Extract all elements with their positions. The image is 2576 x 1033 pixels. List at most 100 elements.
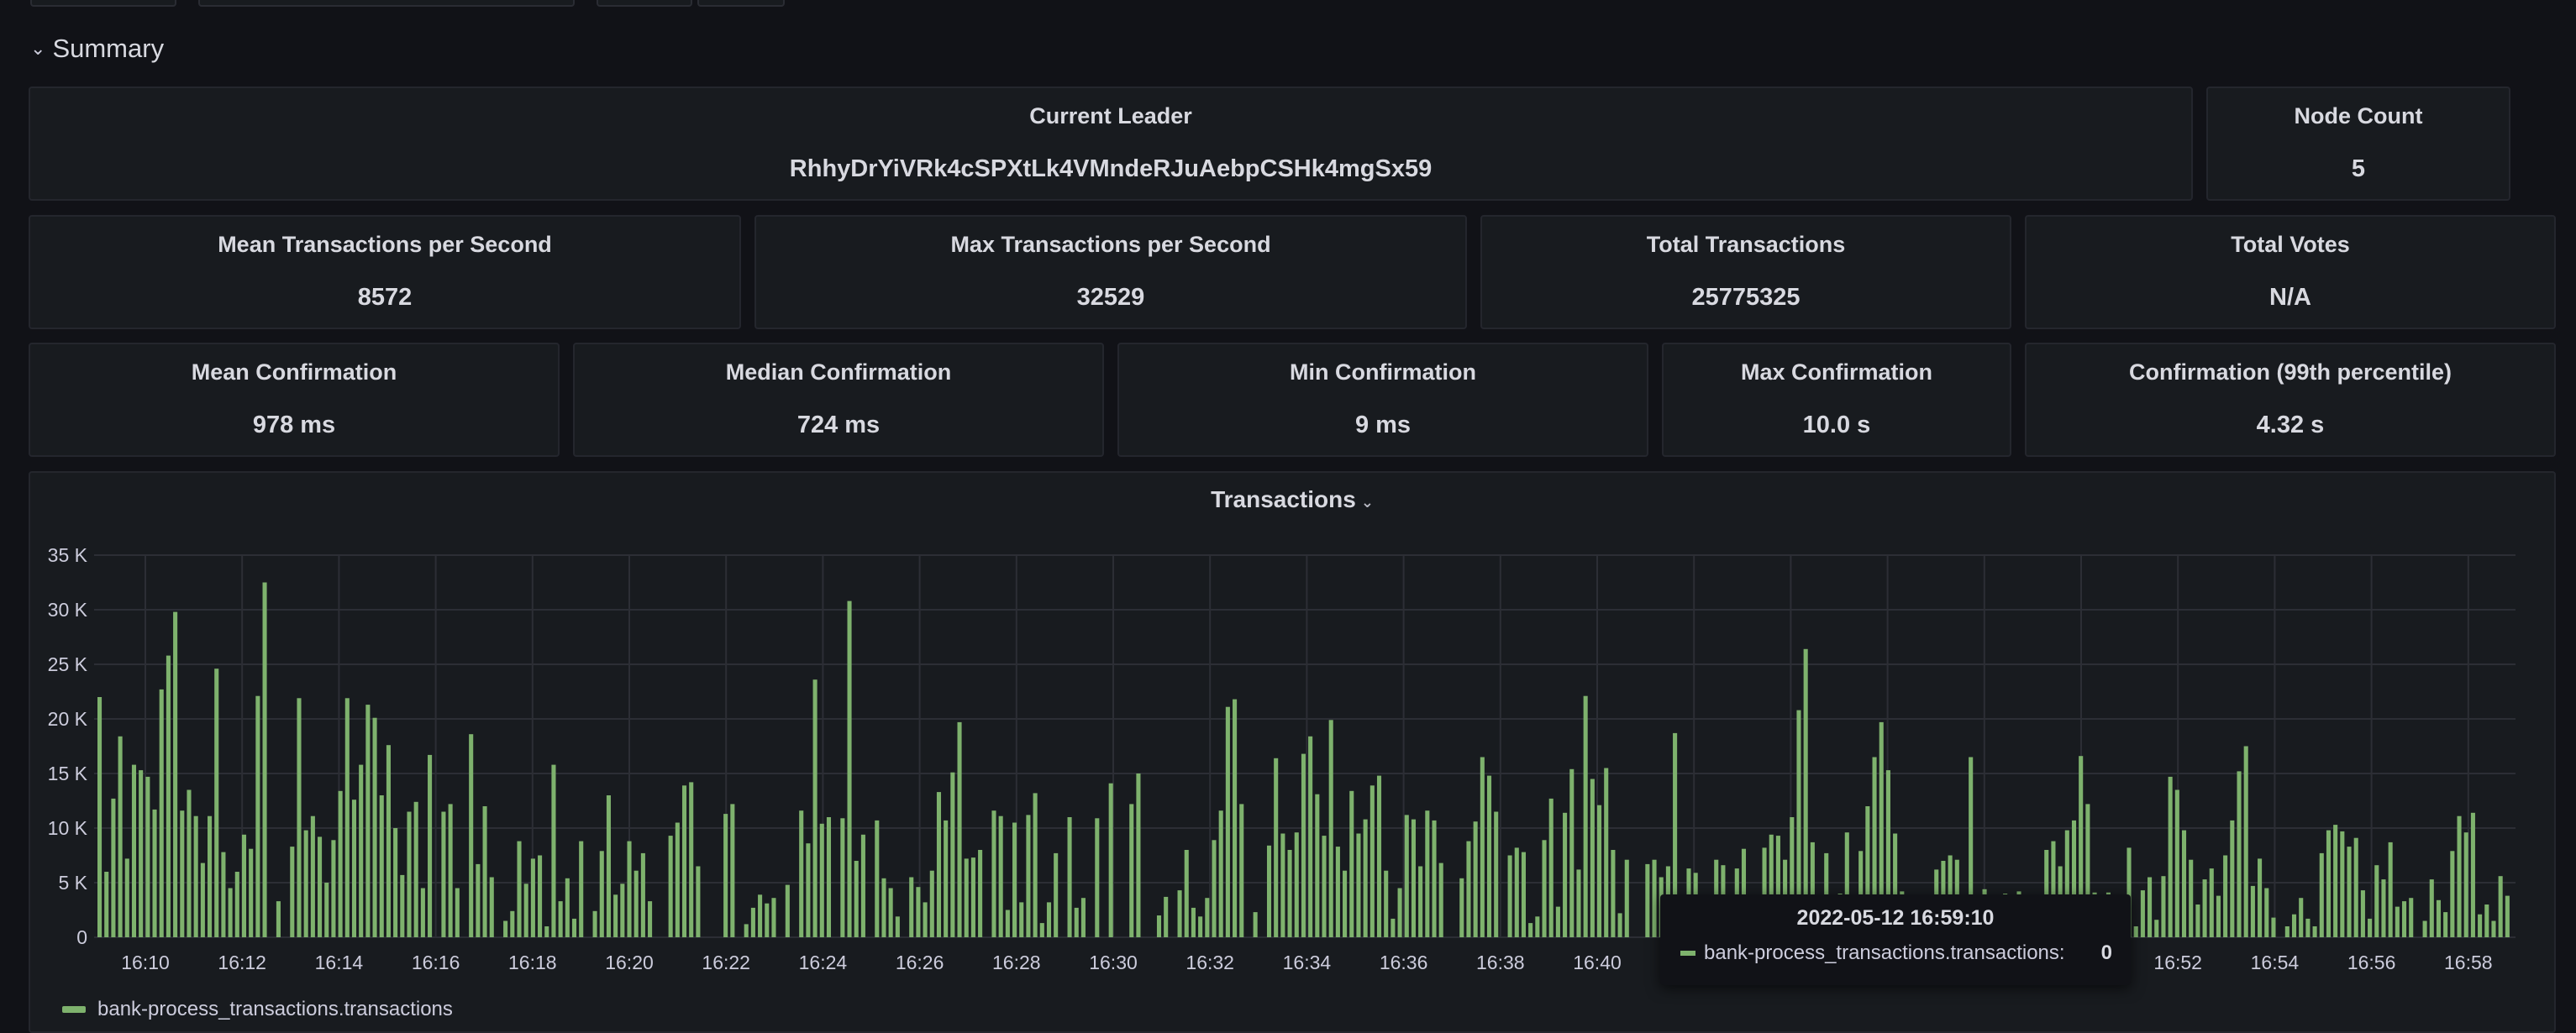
bar bbox=[1033, 793, 1038, 937]
bar bbox=[957, 721, 962, 937]
x-tick-label: 16:58 bbox=[2444, 952, 2493, 973]
bar-series bbox=[97, 582, 2510, 937]
bar bbox=[2409, 898, 2414, 937]
panel-title: Total Votes bbox=[2231, 232, 2350, 257]
bar bbox=[1280, 833, 1285, 937]
top-variable-select-2[interactable] bbox=[198, 0, 575, 7]
bar bbox=[2223, 855, 2228, 937]
chevron-down-icon: ⌄ bbox=[30, 38, 46, 59]
bar bbox=[2284, 926, 2289, 937]
top-variable-select-3[interactable] bbox=[597, 0, 692, 7]
bar bbox=[579, 841, 584, 937]
bar bbox=[1514, 847, 1519, 937]
bar bbox=[936, 792, 942, 937]
bar bbox=[476, 863, 481, 937]
bar bbox=[1411, 819, 1416, 937]
bar bbox=[1054, 852, 1059, 937]
panel-title: Max Confirmation bbox=[1740, 359, 1932, 385]
bar bbox=[681, 785, 687, 937]
bar bbox=[276, 901, 281, 937]
bar bbox=[2368, 918, 2373, 937]
x-tick-label: 16:26 bbox=[896, 952, 944, 973]
stat-value: 32529 bbox=[1076, 284, 1145, 311]
bar bbox=[2168, 776, 2173, 937]
max-confirmation-panel: Max Confirmation 10.0 s bbox=[1662, 343, 2011, 457]
top-variable-select-4[interactable] bbox=[697, 0, 785, 7]
bar bbox=[1239, 804, 1244, 937]
bar bbox=[675, 822, 680, 937]
x-tick-label: 16:14 bbox=[315, 952, 364, 973]
bar bbox=[1418, 866, 1423, 937]
bar bbox=[1617, 913, 1622, 937]
bar bbox=[1404, 815, 1409, 937]
bar bbox=[139, 770, 144, 937]
transactions-chart-panel: Transactions ⌄ 05 K 10 K 15 K 20 K 25 K 30 K 35… bbox=[29, 471, 2556, 1033]
bar bbox=[806, 843, 811, 937]
bar bbox=[2498, 876, 2503, 937]
y-tick-label: 25 K bbox=[48, 653, 88, 675]
bar bbox=[249, 848, 254, 937]
bar bbox=[799, 810, 804, 937]
row-header-summary[interactable]: ⌄ Summary bbox=[30, 29, 164, 69]
bar bbox=[1596, 805, 1602, 937]
panel-title: Mean Transactions per Second bbox=[218, 232, 552, 257]
bar bbox=[413, 801, 418, 937]
current-leader-panel: Current Leader RhhyDrYiVRk4cSPXtLk4VMnde… bbox=[29, 87, 2193, 201]
y-tick-label: 35 K bbox=[48, 544, 88, 566]
bar bbox=[187, 789, 192, 937]
bar bbox=[1391, 918, 1396, 937]
bar bbox=[200, 863, 205, 937]
bar bbox=[131, 764, 137, 937]
bar bbox=[696, 866, 701, 937]
bar bbox=[1164, 896, 1169, 937]
bar bbox=[1328, 720, 1333, 937]
bar bbox=[1218, 810, 1223, 937]
bar bbox=[455, 888, 460, 937]
bar bbox=[723, 814, 728, 937]
bar bbox=[2436, 899, 2442, 937]
bar bbox=[888, 888, 893, 937]
stat-value: 4.32 s bbox=[2256, 412, 2325, 438]
bar bbox=[208, 815, 213, 937]
bar bbox=[2340, 831, 2345, 937]
row-title: Summary bbox=[52, 34, 165, 63]
p99-confirmation-panel: Confirmation (99th percentile) 4.32 s bbox=[2025, 343, 2556, 457]
bar bbox=[1432, 820, 1437, 937]
bar bbox=[1225, 706, 1230, 937]
x-tick-label: 16:32 bbox=[1185, 952, 1234, 973]
y-tick-label: 5 K bbox=[58, 872, 87, 894]
mean-tps-panel: Mean Transactions per Second 8572 bbox=[29, 215, 741, 329]
bar bbox=[881, 878, 886, 937]
bar bbox=[2484, 905, 2489, 937]
bar bbox=[2189, 859, 2194, 937]
bar bbox=[97, 697, 103, 937]
tooltip-time: 2022-05-12 16:59:10 bbox=[1796, 906, 1995, 930]
bar bbox=[2154, 920, 2159, 937]
bar bbox=[1349, 790, 1354, 937]
bar bbox=[1274, 758, 1279, 937]
bar bbox=[290, 847, 295, 937]
top-variable-select-1[interactable] bbox=[30, 0, 176, 7]
bar bbox=[1198, 916, 1203, 937]
bar bbox=[571, 918, 577, 937]
stat-value: RhhyDrYiVRk4cSPXtLk4VMndeRJuAebpCSHk4mgS… bbox=[789, 155, 1433, 182]
chart-legend[interactable]: bank-process_transactions.transactions bbox=[62, 998, 453, 1021]
bar bbox=[1494, 811, 1499, 937]
bar bbox=[2374, 865, 2379, 937]
bar bbox=[2243, 746, 2248, 937]
stat-value: 8572 bbox=[357, 284, 413, 311]
bar bbox=[428, 754, 433, 937]
stat-value: 5 bbox=[2351, 155, 2366, 182]
bar bbox=[166, 655, 171, 937]
transactions-chart[interactable]: 05 K10 K15 K20 K25 K30 K35 K 16:10 16:12 1… bbox=[30, 473, 2554, 1031]
bar bbox=[482, 806, 487, 937]
bar bbox=[1425, 810, 1430, 937]
bar bbox=[668, 836, 673, 937]
bar bbox=[386, 745, 391, 937]
stat-value: 25775325 bbox=[1691, 284, 1801, 311]
bar bbox=[1191, 907, 1196, 937]
bar bbox=[159, 689, 164, 937]
bar bbox=[1384, 870, 1389, 937]
bar bbox=[193, 815, 198, 937]
bar bbox=[1184, 850, 1189, 937]
